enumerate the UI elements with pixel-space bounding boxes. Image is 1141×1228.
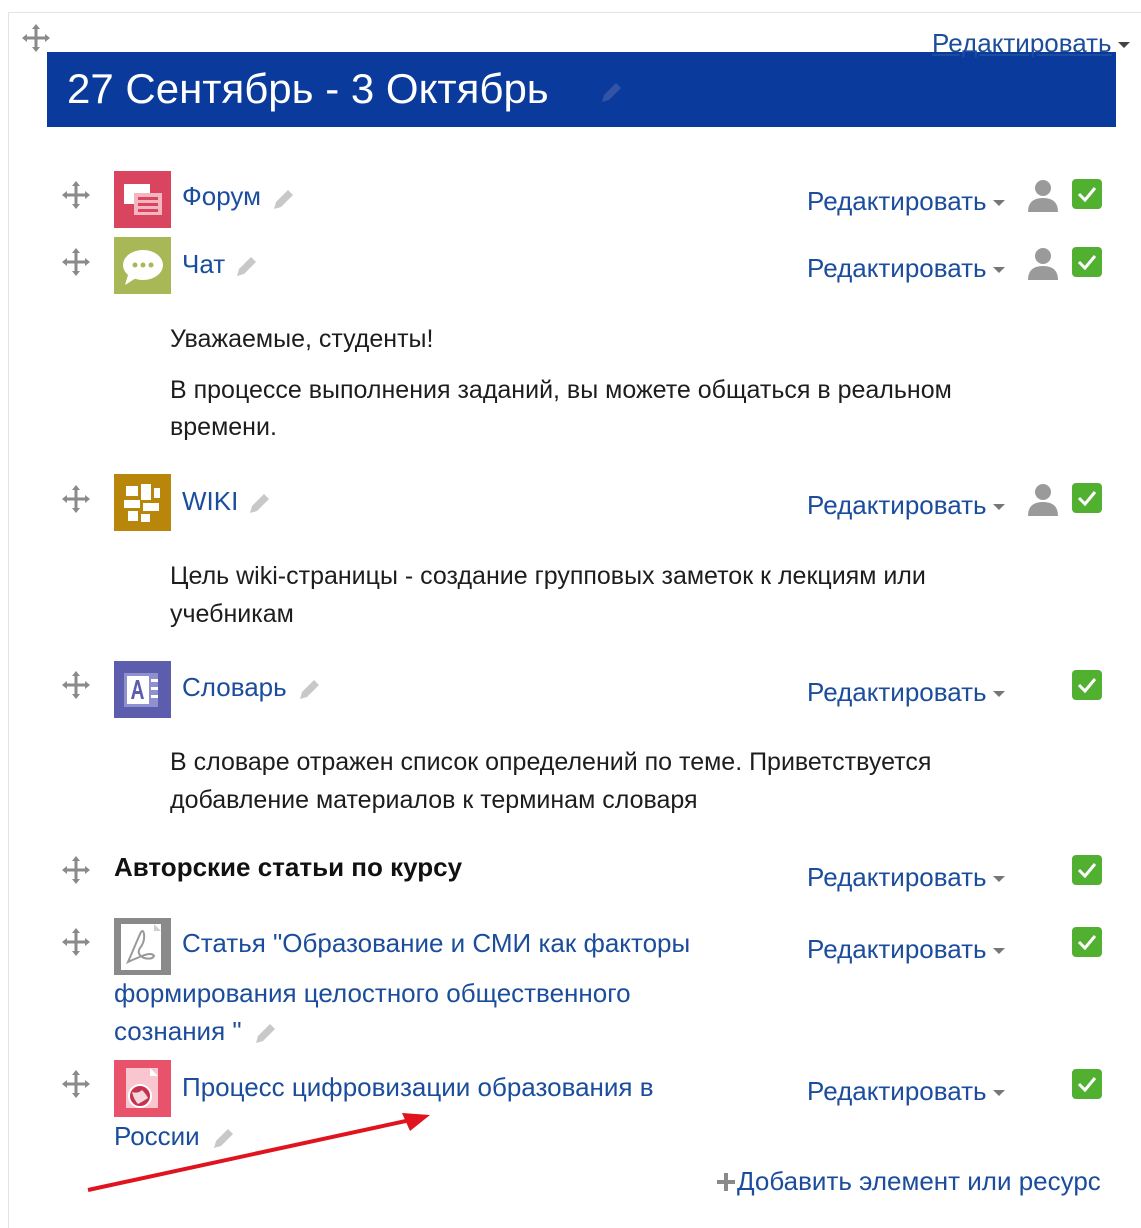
- edit-menu-label[interactable]: Редактировать: [807, 860, 1005, 894]
- move-label-icon[interactable]: [60, 854, 92, 886]
- move-glossary-icon[interactable]: [60, 669, 92, 701]
- edit-label: Редактировать: [807, 677, 987, 707]
- edit-name-pencil-icon[interactable]: [233, 254, 259, 280]
- edit-name-pencil-icon[interactable]: [252, 1021, 278, 1047]
- chat-description-line: Уважаемые, студенты!: [170, 325, 434, 353]
- wiki-description-line: Цель wiki-страницы - создание групповых …: [170, 562, 926, 590]
- visibility-check-icon[interactable]: [1072, 670, 1102, 700]
- add-activity-label: Добавить элемент или ресурс: [737, 1166, 1101, 1196]
- edit-menu-chat[interactable]: Редактировать: [807, 251, 1005, 285]
- wiki-description-line: учебникам: [170, 600, 294, 628]
- resource-link-pdf-line[interactable]: формирования целостного общественного: [114, 976, 631, 1010]
- chevron-down-icon: [992, 504, 1005, 511]
- user-icon[interactable]: [1026, 246, 1060, 282]
- move-forum-icon[interactable]: [60, 179, 92, 211]
- course-label: Авторские статьи по курсу: [114, 852, 463, 882]
- glossary-icon: [114, 661, 171, 718]
- activity-link-glossary[interactable]: Словарь: [182, 670, 287, 704]
- edit-label: Редактировать: [807, 186, 987, 216]
- visibility-check-icon[interactable]: [1072, 855, 1102, 885]
- visibility-check-icon[interactable]: [1072, 247, 1102, 277]
- resource-link-pdf-line[interactable]: сознания ": [114, 1014, 242, 1048]
- edit-menu-glossary[interactable]: Редактировать: [807, 675, 1005, 709]
- edit-menu-pdf-resource[interactable]: Редактировать: [807, 932, 1005, 966]
- edit-label: Редактировать: [807, 934, 987, 964]
- user-icon[interactable]: [1026, 482, 1060, 518]
- section-edit-label: Редактировать: [932, 28, 1112, 58]
- move-wiki-icon[interactable]: [60, 483, 92, 515]
- glossary-description-line: В словаре отражен список определений по …: [170, 748, 932, 776]
- section-title: 27 Сентябрь - 3 Октябрь: [67, 65, 549, 112]
- chevron-down-icon: [992, 876, 1005, 883]
- activity-link-chat[interactable]: Чат: [182, 247, 225, 281]
- resource-link-url-line[interactable]: Процесс цифровизации образования в: [182, 1070, 654, 1104]
- edit-menu-wiki[interactable]: Редактировать: [807, 488, 1005, 522]
- pdf-icon: [114, 918, 171, 975]
- move-section-icon[interactable]: [20, 22, 52, 54]
- chat-description-line: времени.: [170, 413, 277, 441]
- resource-link-pdf-line[interactable]: Статья "Образование и СМИ как факторы: [182, 926, 690, 960]
- edit-label: Редактировать: [807, 253, 987, 283]
- chevron-down-icon: [992, 200, 1005, 207]
- plus-icon: [717, 1173, 735, 1191]
- section-edit-menu[interactable]: Редактировать: [932, 26, 1130, 60]
- user-icon[interactable]: [1026, 178, 1060, 214]
- visibility-check-icon[interactable]: [1072, 1069, 1102, 1099]
- edit-label: Редактировать: [807, 1076, 987, 1106]
- edit-name-pencil-icon[interactable]: [246, 491, 272, 517]
- chevron-down-icon: [992, 1090, 1005, 1097]
- visibility-check-icon[interactable]: [1072, 927, 1102, 957]
- chevron-down-icon: [992, 948, 1005, 955]
- chevron-down-icon: [992, 267, 1005, 274]
- move-chat-icon[interactable]: [60, 246, 92, 278]
- edit-label: Редактировать: [807, 490, 987, 520]
- forum-icon: [114, 171, 171, 228]
- add-activity-button[interactable]: Добавить элемент или ресурс: [715, 1164, 1101, 1198]
- activity-link-forum[interactable]: Форум: [182, 179, 261, 213]
- edit-name-pencil-icon[interactable]: [296, 677, 322, 703]
- visibility-check-icon[interactable]: [1072, 179, 1102, 209]
- move-url-resource-icon[interactable]: [60, 1068, 92, 1100]
- wiki-icon: [114, 474, 171, 531]
- glossary-description-line: добавление материалов к терминам словаря: [170, 786, 698, 814]
- annotation-arrow-icon: [87, 1113, 430, 1192]
- chat-description-line: В процессе выполнения заданий, вы можете…: [170, 376, 952, 404]
- edit-label: Редактировать: [807, 862, 987, 892]
- edit-menu-url-resource[interactable]: Редактировать: [807, 1074, 1005, 1108]
- edit-name-pencil-icon[interactable]: [270, 187, 296, 213]
- chevron-down-icon: [992, 691, 1005, 698]
- chevron-down-icon: [1117, 42, 1130, 49]
- move-pdf-resource-icon[interactable]: [60, 926, 92, 958]
- edit-title-pencil-icon[interactable]: [598, 80, 624, 106]
- activity-link-wiki[interactable]: WIKI: [182, 484, 238, 518]
- edit-menu-forum[interactable]: Редактировать: [807, 184, 1005, 218]
- chat-icon: [114, 237, 171, 294]
- visibility-check-icon[interactable]: [1072, 483, 1102, 513]
